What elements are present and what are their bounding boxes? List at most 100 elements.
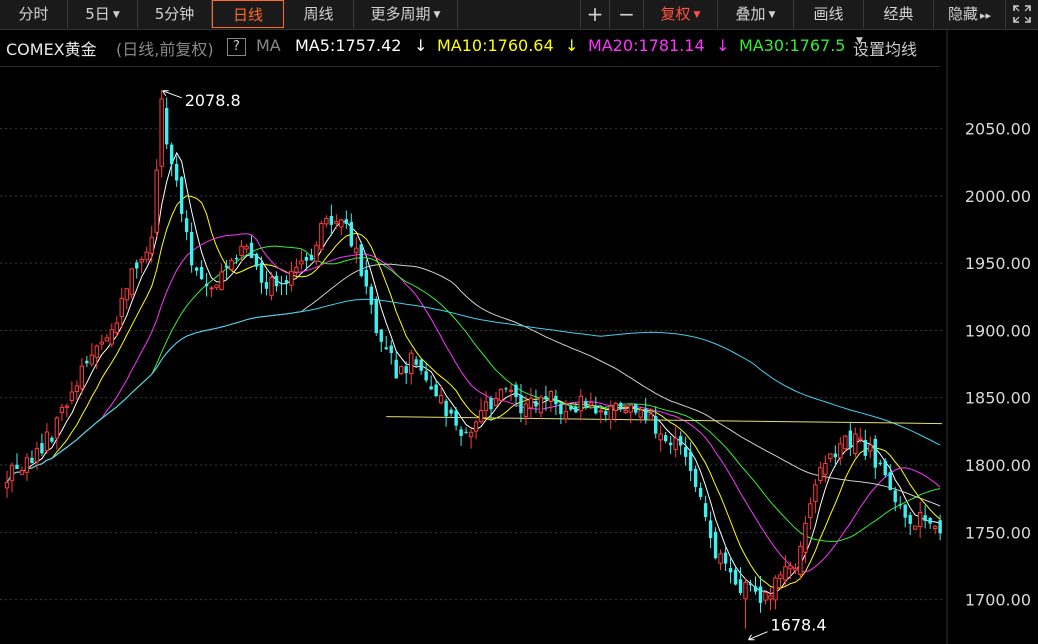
- adjust-rights-dropdown[interactable]: 复权 ▼: [644, 0, 718, 28]
- candle-body: [164, 107, 169, 145]
- candle-108: [544, 385, 548, 411]
- overlay-dropdown[interactable]: 叠加 ▼: [718, 0, 794, 28]
- candle-body: [753, 586, 758, 592]
- tab-intraday[interactable]: 分时: [0, 0, 68, 28]
- candle-64: [324, 215, 329, 228]
- candle-30: [154, 159, 159, 237]
- candle-body: [598, 410, 604, 413]
- candle-34: [174, 155, 179, 187]
- candle-body: [644, 408, 648, 420]
- candle-body: [758, 586, 763, 603]
- chart-mode: (日线,前复权): [116, 40, 214, 59]
- candle-body: [364, 269, 368, 287]
- candle-48: [244, 244, 249, 254]
- classic-button[interactable]: 经典: [864, 0, 934, 28]
- candle-body: [229, 259, 234, 270]
- candle-body: [99, 341, 105, 345]
- candle-body: [604, 411, 608, 415]
- candle-body: [708, 520, 713, 538]
- candle-42: [214, 284, 219, 291]
- candle-body: [109, 329, 114, 345]
- candle-body: [389, 345, 393, 354]
- tab-5min[interactable]: 5分钟: [138, 0, 212, 28]
- candle-body: [179, 177, 184, 214]
- candle-61: [309, 248, 314, 261]
- candle-body: [912, 525, 918, 530]
- candle-body: [932, 525, 938, 530]
- candle-186: [932, 524, 938, 535]
- candle-body: [917, 512, 923, 527]
- candle-body: [204, 283, 209, 287]
- candle-67: [339, 218, 344, 235]
- candle-body: [289, 270, 294, 286]
- kline-chart[interactable]: 2078.8 1678.4 1700.00 1750.00 1800.00 1850.0…: [0, 0, 1038, 644]
- candle-body: [498, 388, 504, 401]
- candle-body: [254, 253, 259, 267]
- candle-body: [873, 438, 877, 468]
- candle-3: [19, 466, 25, 475]
- help-button[interactable]: ?: [227, 38, 246, 56]
- tab-weekly[interactable]: 周线: [284, 0, 354, 28]
- candle-body: [74, 385, 80, 392]
- candle-body: [4, 482, 10, 489]
- candle-138: [693, 465, 698, 493]
- candle-body: [648, 413, 653, 421]
- candle-body: [59, 406, 65, 413]
- candle-body: [24, 457, 30, 473]
- candle-body: [169, 144, 174, 165]
- candle-99: [498, 388, 504, 403]
- candle-body: [124, 288, 129, 301]
- candle-29: [149, 225, 154, 263]
- candle-168: [843, 434, 848, 453]
- candle-132: [663, 431, 668, 444]
- tab-daily[interactable]: 日线: [212, 0, 284, 28]
- candle-body: [414, 359, 418, 365]
- zoom-in-button[interactable]: +: [580, 0, 610, 28]
- candle-9: [50, 435, 54, 444]
- candle-174: [873, 435, 877, 479]
- candle-72: [364, 259, 368, 295]
- hide-button[interactable]: 隐藏 ▸▸: [934, 0, 1006, 28]
- ma10-value: MA10:1760.64: [437, 36, 554, 55]
- candle-body: [893, 490, 897, 503]
- candle-body: [623, 409, 628, 413]
- fullscreen-icon[interactable]: [1006, 0, 1038, 28]
- candle-body: [314, 244, 319, 262]
- candle-176: [883, 457, 887, 478]
- draw-line-button[interactable]: 画线: [794, 0, 864, 28]
- candle-body: [823, 462, 828, 475]
- candle-body: [449, 409, 453, 414]
- zoom-out-button[interactable]: −: [610, 0, 644, 28]
- candle-body: [514, 384, 518, 398]
- chevron-down-icon: ▼: [112, 10, 120, 20]
- candle-body: [548, 391, 554, 402]
- tab-more-periods[interactable]: 更多周期 ▼: [354, 0, 458, 28]
- tab-5day[interactable]: 5日 ▼: [68, 0, 138, 28]
- candle-body: [184, 218, 189, 233]
- candle-body: [478, 410, 484, 423]
- candle-135: [678, 431, 683, 455]
- y-tick-label: 1700.00: [965, 591, 1031, 610]
- candle-185: [928, 516, 932, 529]
- candle-body: [828, 453, 833, 460]
- candle-body: [928, 517, 932, 524]
- candle-77: [389, 340, 393, 365]
- candle-body: [444, 400, 448, 417]
- candle-107: [538, 395, 544, 420]
- candle-body: [574, 406, 578, 413]
- candle-28: [144, 246, 149, 263]
- candle-body: [578, 395, 584, 412]
- candle-106: [534, 389, 538, 414]
- candle-body: [718, 553, 723, 564]
- candle-body: [334, 220, 339, 224]
- ma5-down-arrow-icon: ↓: [414, 36, 428, 55]
- candle-body: [843, 435, 848, 450]
- candle-93: [468, 428, 474, 449]
- candle-body: [688, 451, 693, 471]
- toolbar: 分时 5日 ▼ 5分钟 日线 周线 更多周期 ▼ + − 复权 ▼ 叠加 ▼ 画线 经典…: [0, 0, 1038, 30]
- candle-body: [399, 366, 404, 375]
- candle-body: [189, 231, 194, 266]
- candle-37: [189, 222, 194, 273]
- ma5-value: MA5:1757.42: [295, 36, 402, 55]
- candle-170: [853, 427, 858, 458]
